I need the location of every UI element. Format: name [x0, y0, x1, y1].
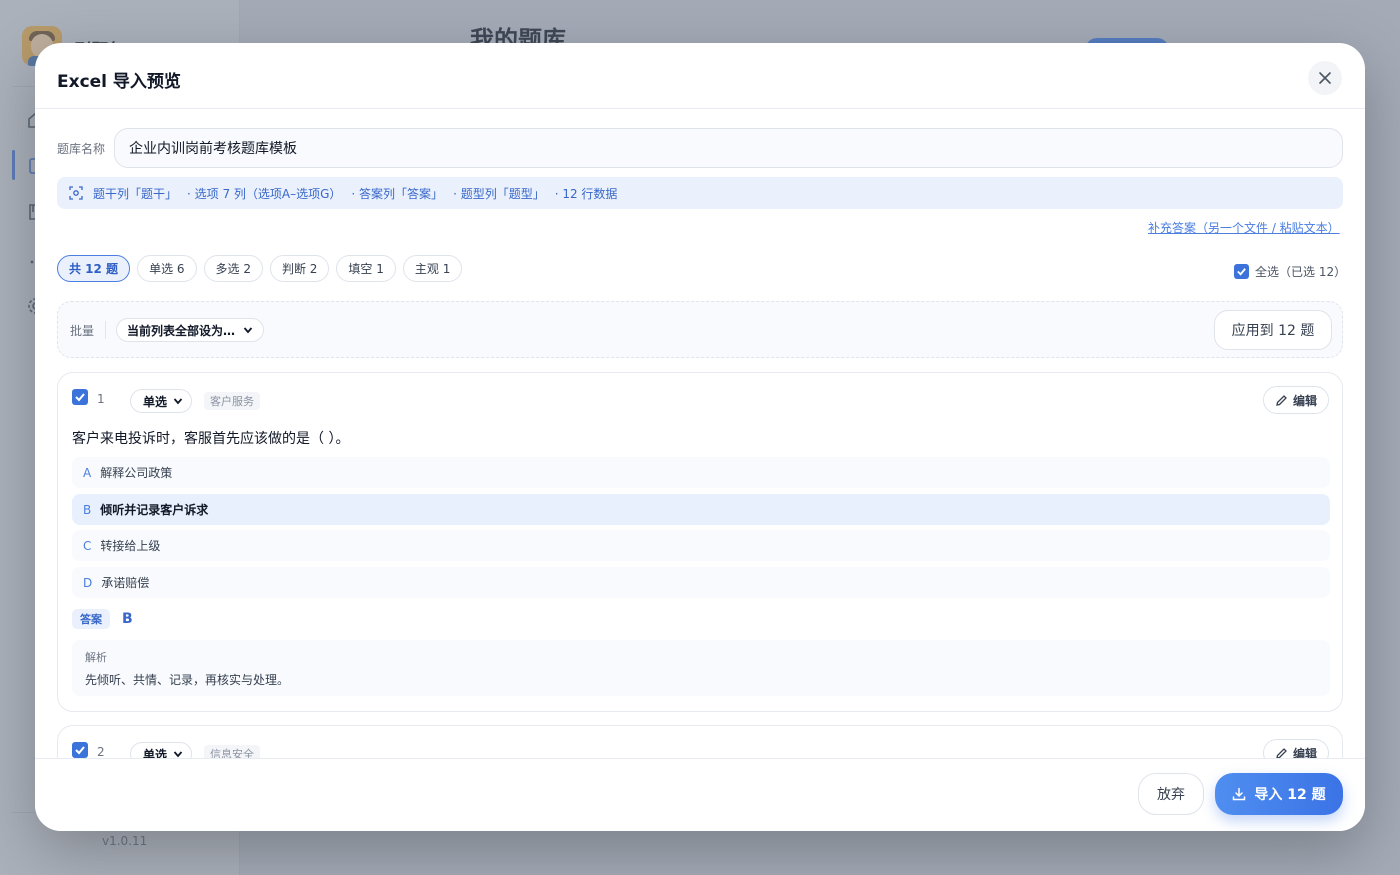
- chevron-down-icon: [173, 751, 183, 758]
- filter-chip-fill[interactable]: 填空 1: [336, 255, 396, 282]
- filter-chip-judge[interactable]: 判断 2: [269, 255, 330, 282]
- close-button[interactable]: [1308, 61, 1342, 95]
- option-text: 倾听并记录客户诉求: [100, 503, 209, 517]
- filter-chip-single[interactable]: 单选 6: [137, 255, 197, 282]
- explanation-label: 解析: [85, 651, 107, 664]
- edit-button[interactable]: 编辑: [1263, 386, 1329, 414]
- column-mapping-info: 题干列「题干」 · 选项 7 列（选项A–选项G） · 答案列「答案」 · 题型…: [57, 177, 1343, 209]
- apply-batch-button[interactable]: 应用到 12 题: [1214, 310, 1332, 350]
- discard-button[interactable]: 放弃: [1138, 773, 1204, 815]
- modal-footer: 放弃 导入 12 题: [35, 758, 1365, 831]
- close-icon: [1319, 72, 1331, 84]
- scan-icon: [69, 186, 83, 200]
- option-b-correct: B 倾听并记录客户诉求: [72, 494, 1330, 525]
- modal-body[interactable]: 题库名称 题干列「题干」 · 选项 7 列（选项A–选项G） · 答案列「答案」…: [35, 110, 1365, 758]
- checkmark-icon: [75, 393, 85, 402]
- info-answer-column: · 答案列「答案」: [351, 186, 444, 201]
- select-all-label: 全选（已选 12）: [1255, 265, 1347, 279]
- modal-header: Excel 导入预览: [35, 43, 1365, 109]
- question-stem: 客户来电投诉时，客服首先应该做的是（ ）。: [72, 431, 350, 447]
- info-row-count: · 12 行数据: [554, 186, 618, 201]
- pencil-icon: [1276, 747, 1287, 758]
- question-card: 1 单选 客户服务 编辑 客户来电投诉时，客服首先应该做的是（ ）。 A 解释公…: [57, 372, 1343, 712]
- info-type-column: · 题型列「题型」: [453, 186, 545, 201]
- question-checkbox[interactable]: [72, 742, 88, 758]
- option-text: 转接给上级: [100, 539, 161, 553]
- filter-chip-multi[interactable]: 多选 2: [203, 255, 263, 282]
- question-type-value: 单选: [143, 394, 168, 409]
- explanation-text: 先倾听、共情、记录，再核实与处理。: [85, 673, 290, 687]
- select-all-checkbox[interactable]: [1234, 264, 1249, 279]
- edit-label: 编辑: [1292, 746, 1317, 759]
- question-number: 1: [97, 392, 105, 406]
- batch-type-select[interactable]: 当前列表全部设为…: [116, 318, 265, 342]
- category-tag: 信息安全: [204, 745, 260, 758]
- checkmark-icon: [75, 746, 85, 755]
- category-tag: 客户服务: [204, 392, 260, 410]
- chevron-down-icon: [173, 398, 183, 405]
- import-preview-modal: Excel 导入预览 题库名称 题干列「题干」 · 选项 7 列（选项A–选项G…: [35, 43, 1365, 831]
- filter-chip-subjective[interactable]: 主观 1: [402, 255, 463, 282]
- modal-title: Excel 导入预览: [57, 72, 181, 92]
- import-label: 导入 12 题: [1254, 787, 1326, 803]
- option-c: C 转接给上级: [72, 530, 1330, 561]
- batch-select-value: 当前列表全部设为…: [127, 323, 236, 338]
- select-all-control[interactable]: 全选（已选 12）: [1234, 263, 1346, 280]
- info-stem-column: 题干列「题干」: [93, 186, 178, 201]
- import-button[interactable]: 导入 12 题: [1215, 773, 1343, 815]
- question-number: 2: [97, 745, 105, 758]
- explanation-box: 解析 先倾听、共情、记录，再核实与处理。: [72, 640, 1330, 696]
- option-letter: B: [83, 502, 92, 517]
- batch-panel: 批量 当前列表全部设为… 应用到 12 题: [57, 301, 1343, 358]
- option-letter: D: [83, 575, 93, 590]
- option-text: 解释公司政策: [100, 466, 173, 480]
- batch-label: 批量: [70, 324, 95, 338]
- edit-button[interactable]: 编辑: [1263, 739, 1329, 758]
- question-type-select[interactable]: 单选: [130, 742, 192, 758]
- answer-tag: 答案: [72, 609, 110, 629]
- filter-chip-all[interactable]: 共 12 题: [57, 255, 131, 282]
- answer-value: B: [122, 611, 133, 627]
- option-letter: C: [83, 538, 92, 553]
- bank-name-label: 题库名称: [57, 142, 106, 156]
- chevron-down-icon: [243, 327, 253, 334]
- edit-label: 编辑: [1292, 393, 1317, 408]
- info-option-columns: · 选项 7 列（选项A–选项G）: [187, 186, 342, 201]
- question-type-select[interactable]: 单选: [130, 389, 192, 413]
- answer-row: 答案 B: [72, 609, 133, 629]
- question-type-value: 单选: [143, 747, 168, 759]
- supplement-answer-link[interactable]: 补充答案（另一个文件 / 粘贴文本）: [1148, 219, 1340, 236]
- option-letter: A: [83, 465, 92, 480]
- option-d: D 承诺赔偿: [72, 567, 1330, 598]
- bank-name-input[interactable]: [114, 128, 1343, 168]
- option-text: 承诺赔偿: [101, 576, 150, 590]
- checkmark-icon: [1237, 268, 1246, 276]
- batch-divider: [105, 321, 106, 339]
- question-card: 2 单选 信息安全 编辑: [57, 725, 1343, 758]
- download-icon: [1233, 787, 1246, 801]
- pencil-icon: [1276, 394, 1287, 406]
- question-checkbox[interactable]: [72, 389, 88, 405]
- option-a: A 解释公司政策: [72, 457, 1330, 488]
- type-filter-chips: 共 12 题 单选 6 多选 2 判断 2 填空 1 主观 1: [57, 255, 463, 282]
